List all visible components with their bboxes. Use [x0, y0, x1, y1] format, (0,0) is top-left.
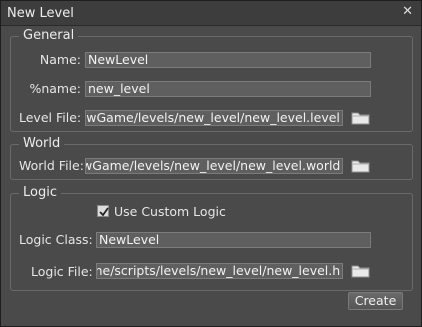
use-custom-logic-checkbox[interactable] — [97, 205, 109, 217]
world-legend: World — [19, 136, 65, 151]
pname-field[interactable]: new_level — [85, 81, 371, 97]
title-bar: New Level ✕ — [1, 1, 421, 26]
use-custom-logic-label[interactable]: Use Custom Logic — [114, 204, 226, 219]
window-title: New Level — [7, 6, 74, 21]
name-field[interactable]: NewLevel — [85, 52, 371, 68]
folder-icon[interactable] — [351, 110, 371, 126]
checkmark-icon — [99, 207, 109, 217]
create-button[interactable]: Create — [348, 292, 403, 310]
general-legend: General — [19, 28, 79, 43]
pname-label: %name: — [29, 81, 81, 96]
folder-icon[interactable] — [351, 263, 371, 279]
new-level-dialog: New Level ✕ General Name: NewLevel %name… — [0, 0, 422, 327]
folder-icon[interactable] — [351, 158, 371, 174]
logic-file-label: Logic File: — [31, 264, 93, 279]
name-label: Name: — [39, 52, 81, 67]
logic-class-field[interactable]: NewLevel — [96, 232, 371, 248]
level-file-label: Level File: — [19, 110, 82, 125]
logic-file-field[interactable]: Game/scripts/levels/new_level/new_level.… — [96, 263, 343, 279]
logic-legend: Logic — [19, 185, 61, 200]
level-file-field[interactable]: /NewGame/levels/new_level/new_level.leve… — [85, 110, 343, 126]
close-icon[interactable]: ✕ — [402, 4, 413, 19]
world-file-label: World File: — [19, 158, 84, 173]
world-file-field[interactable]: NewGame/levels/new_level/new_level.world — [85, 158, 343, 174]
logic-class-label: Logic Class: — [19, 232, 93, 247]
